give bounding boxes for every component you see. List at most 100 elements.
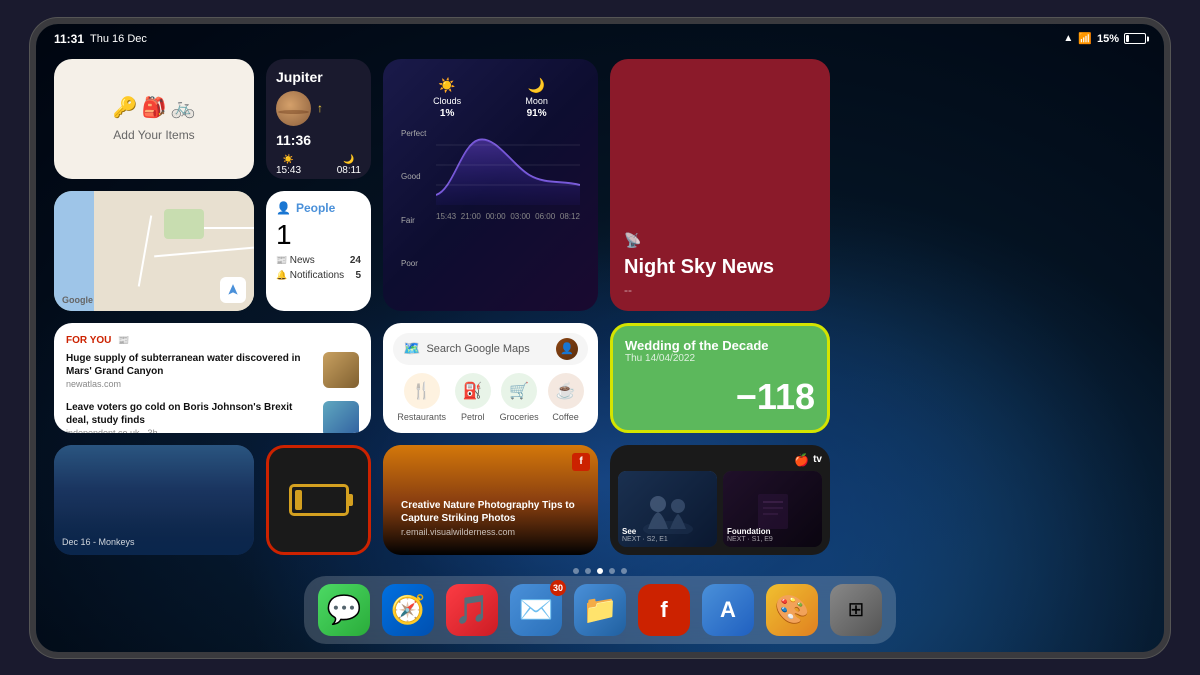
navigate-icon (226, 283, 240, 297)
jupiter-time: 11:36 (276, 132, 361, 148)
news-thumb-2 (323, 401, 359, 433)
widget-news[interactable]: FOR YOU 📰 Huge supply of subterranean wa… (54, 323, 371, 433)
appletv-show-see[interactable]: See NEXT · S2, E1 (618, 471, 717, 547)
dock-colors[interactable]: 🎨 (766, 584, 818, 636)
gmaps-cat-label-groceries: Groceries (500, 412, 539, 422)
nightsky-title: Night Sky News (624, 255, 816, 279)
widget-space-weather[interactable]: ☀️ Clouds 1% 🌙 Moon 91% Perfec (383, 59, 598, 311)
pagination (573, 568, 627, 574)
dock-messages[interactable]: 💬 (318, 584, 370, 636)
widget-jupiter[interactable]: Jupiter ↑ 11:36 ☀️ 15:43 🌙 08:11 (266, 59, 371, 179)
gmaps-profile-icon: 👤 (556, 338, 578, 360)
people-icon: 👤 (276, 201, 291, 215)
news-item-1[interactable]: Huge supply of subterranean water discov… (66, 352, 359, 389)
news-headline-2: Leave voters go cold on Boris Johnson's … (66, 401, 315, 427)
gmaps-cat-groceries[interactable]: 🛒 Groceries (500, 373, 539, 422)
cellular-icon: ▲ (1063, 33, 1073, 44)
people-news-row: 📰 News 24 (276, 255, 361, 266)
appletv-show-foundation[interactable]: Foundation NEXT · S1, E9 (723, 471, 822, 547)
gmaps-categories: 🍴 Restaurants ⛽ Petrol 🛒 Groceries ☕ Cof… (393, 373, 588, 422)
people-title: People (296, 201, 335, 215)
graph-time2: 21:00 (461, 212, 481, 221)
graph-time1: 15:43 (436, 212, 456, 221)
status-bar: 11:31 Thu 16 Dec ▲ 📶 15% (36, 24, 1164, 54)
gmaps-cat-petrol[interactable]: ⛽ Petrol (455, 373, 491, 422)
nightsky-rss-icon: 📡 (624, 232, 816, 249)
gmaps-search-bar[interactable]: 🗺️ Search Google Maps 👤 (393, 333, 588, 365)
cal-event-title: Wedding of the Decade (625, 338, 815, 353)
jupiter-planet (276, 91, 311, 126)
widget-apple-tv[interactable]: 🍎 tv (610, 445, 830, 555)
widget-article[interactable]: f Creative Nature Photography Tips to Ca… (383, 445, 598, 555)
dock-systeminfo[interactable]: ⊞ (830, 584, 882, 636)
news-item-2[interactable]: Leave voters go cold on Boris Johnson's … (66, 401, 359, 433)
dock-mail[interactable]: ✉️ 30 (510, 584, 562, 636)
dot-5[interactable] (621, 568, 627, 574)
tv-monkeys-label: Dec 16 - Monkeys (62, 537, 246, 547)
appletv-content: See NEXT · S2, E1 (618, 471, 822, 547)
key-icon: 🔑 (113, 95, 138, 120)
news-label: News (290, 255, 315, 266)
space-graph-svg (436, 125, 580, 205)
appletv-header: 🍎 tv (618, 453, 822, 467)
gmaps-cat-coffee[interactable]: ☕ Coffee (548, 373, 584, 422)
article-source: r.email.visualwilderness.com (401, 527, 580, 537)
widget-tv-monkeys[interactable]: Dec 16 - Monkeys (54, 445, 254, 555)
cal-event-date: Thu 14/04/2022 (625, 353, 815, 364)
news-count: 24 (350, 255, 361, 266)
graph-time3: 00:00 (486, 212, 506, 221)
battery-widget-display (289, 484, 349, 516)
people-header: 👤 People (276, 201, 361, 215)
dock-appstore[interactable]: A (702, 584, 754, 636)
maps-navigate-button[interactable] (220, 277, 246, 303)
news-text-2: Leave voters go cold on Boris Johnson's … (66, 401, 315, 433)
wifi-icon: 📶 (1078, 32, 1092, 45)
battery-icon (1124, 33, 1146, 44)
graph-time5: 06:00 (535, 212, 555, 221)
dot-1[interactable] (573, 568, 579, 574)
appletv-show2-next: NEXT · S1, E9 (727, 536, 818, 543)
jupiter-sunset: 15:43 (276, 165, 301, 176)
dock-safari[interactable]: 🧭 (382, 584, 434, 636)
appletv-show1-next: NEXT · S2, E1 (622, 536, 713, 543)
dot-2[interactable] (585, 568, 591, 574)
battery-fill (1126, 35, 1129, 42)
music-icon: 🎵 (455, 593, 490, 626)
widget-calendar[interactable]: Wedding of the Decade Thu 14/04/2022 −11… (610, 323, 830, 433)
widget-reminders[interactable]: 🔑 🎒 🚲 Add Your Items (54, 59, 254, 179)
notif-label: Notifications (290, 270, 344, 281)
bag-icon: 🎒 (142, 95, 167, 120)
news-source-1: newatlas.com (66, 379, 315, 389)
widget-maps[interactable]: Google (54, 191, 254, 311)
jupiter-moonrise: 08:11 (337, 165, 361, 176)
gmaps-cat-label-coffee: Coffee (552, 412, 578, 422)
appletv-show1-title: See (622, 527, 713, 536)
dock: 💬 🧭 🎵 ✉️ 30 📁 f A 🎨 (304, 576, 896, 644)
widget-people[interactable]: 👤 People 1 📰 News 24 🔔 Notifications (266, 191, 371, 311)
widget-google-maps[interactable]: 🗺️ Search Google Maps 👤 🍴 Restaurants ⛽ … (383, 323, 598, 433)
dot-3-active[interactable] (597, 568, 603, 574)
dock-music[interactable]: 🎵 (446, 584, 498, 636)
colors-icon: 🎨 (775, 593, 810, 626)
gmaps-cat-restaurants[interactable]: 🍴 Restaurants (397, 373, 446, 422)
widget-nightsky[interactable]: 📡 Night Sky News -- (610, 59, 830, 311)
safari-icon: 🧭 (391, 593, 426, 626)
quality-perfect: Perfect (401, 129, 431, 138)
bike-icon: 🚲 (170, 95, 195, 120)
news-source-2: independent.co.uk · 3h (66, 428, 315, 433)
mail-icon: ✉️ (519, 593, 554, 626)
ipad-frame: 11:31 Thu 16 Dec ▲ 📶 15% 🔑 🎒 🚲 (30, 18, 1170, 658)
reminders-icons: 🔑 🎒 🚲 (113, 95, 196, 120)
status-right: ▲ 📶 15% (1063, 32, 1146, 45)
ipad-screen: 11:31 Thu 16 Dec ▲ 📶 15% 🔑 🎒 🚲 (36, 24, 1164, 652)
jupiter-arrow: ↑ (317, 101, 323, 115)
graph-time6: 08:12 (560, 212, 580, 221)
dock-flipboard[interactable]: f (638, 584, 690, 636)
quality-good: Good (401, 172, 431, 181)
people-notif-row: 🔔 Notifications 5 (276, 270, 361, 281)
widget-battery[interactable] (266, 445, 371, 555)
nightsky-subtitle: -- (624, 283, 816, 297)
dot-4[interactable] (609, 568, 615, 574)
appstore-icon: A (720, 597, 736, 623)
dock-files[interactable]: 📁 (574, 584, 626, 636)
